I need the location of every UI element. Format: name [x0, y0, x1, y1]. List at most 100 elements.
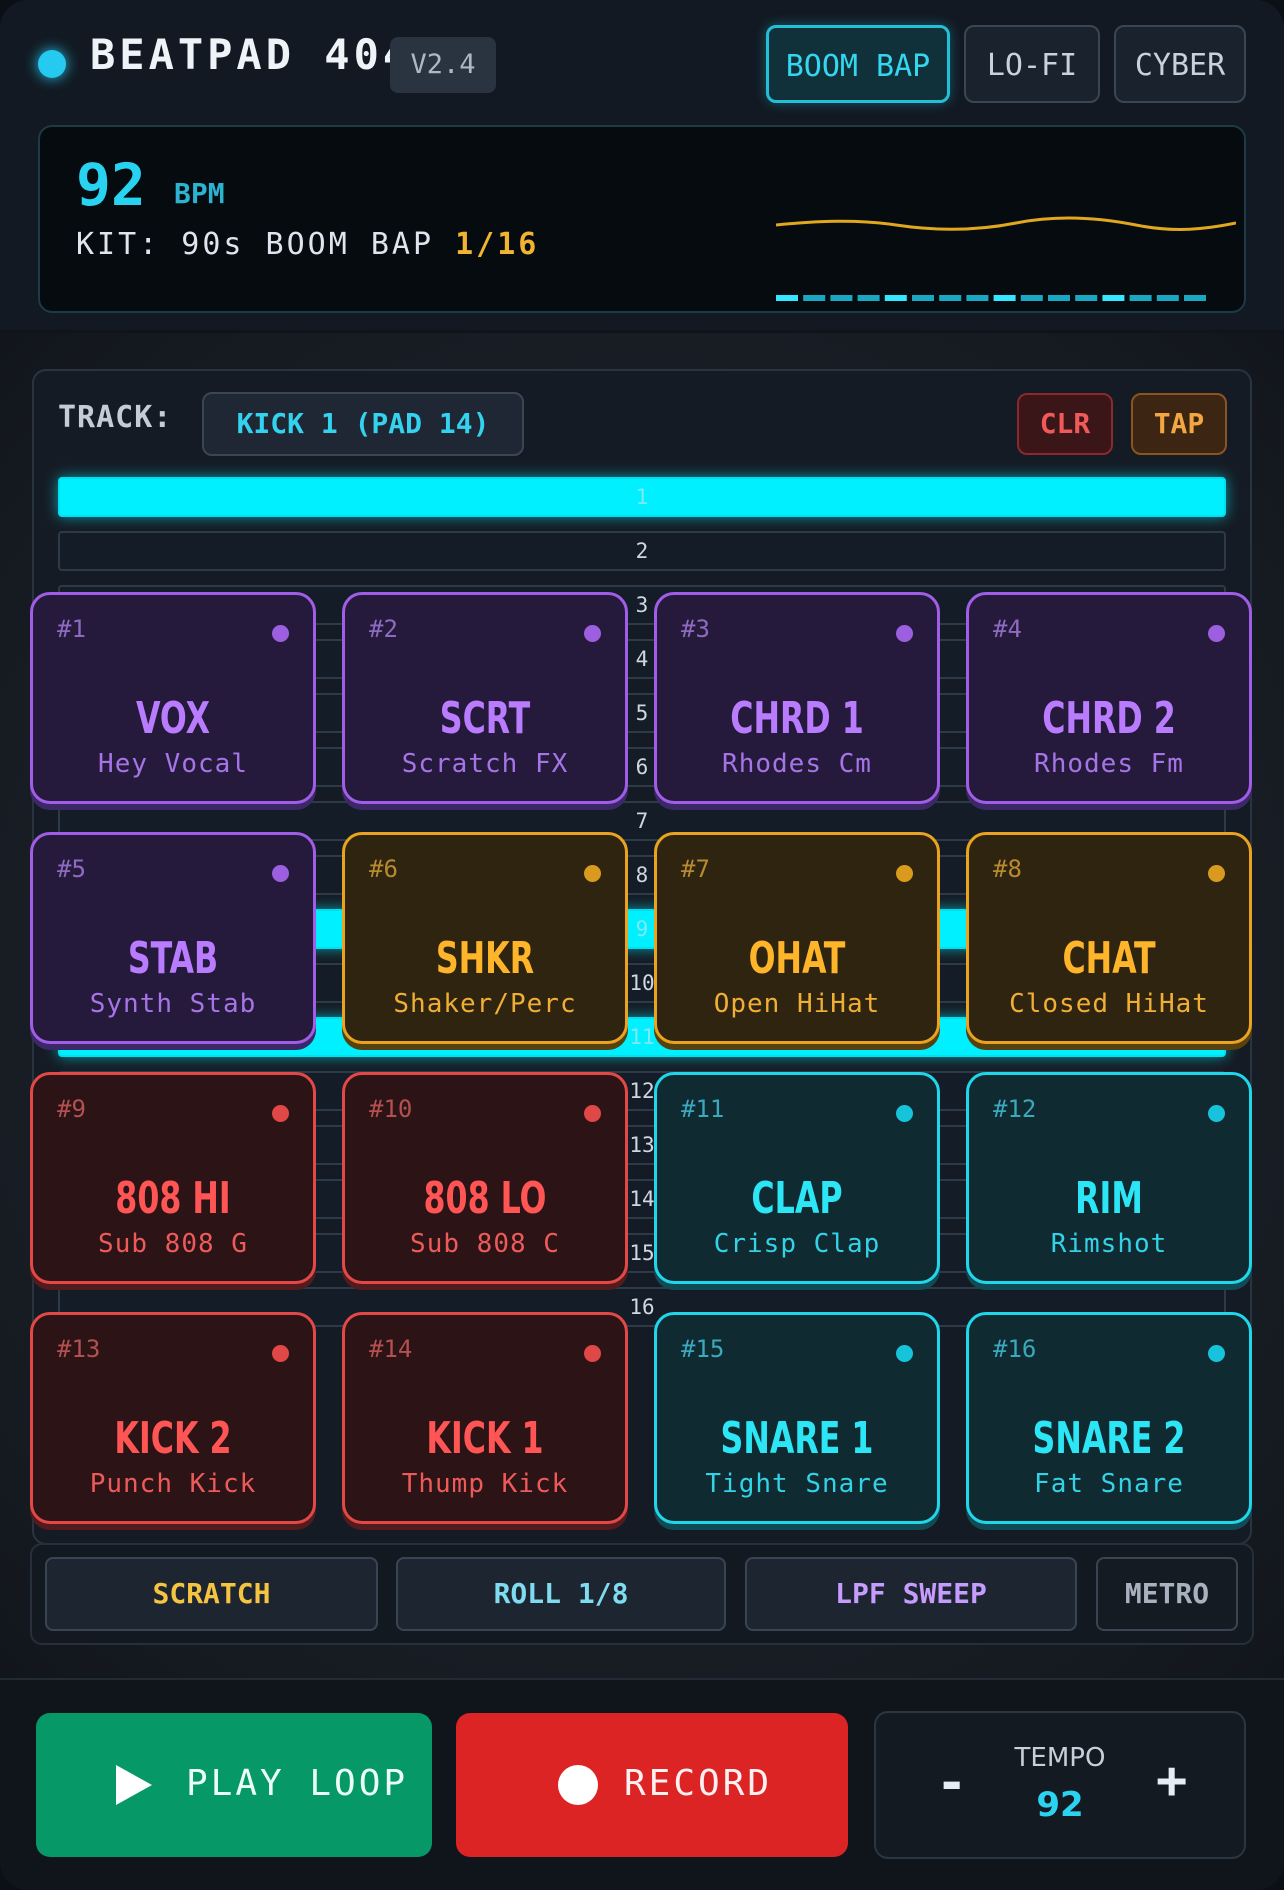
pad-name: CHAT [1062, 933, 1156, 984]
fx-lpf-sweep-button[interactable]: LPF SWEEP [745, 1557, 1077, 1631]
pad-3[interactable]: #3 CHRD 1 Rhodes Cm [654, 592, 940, 804]
pad-sample: Rimshot [1050, 1229, 1168, 1259]
pad-number: #7 [681, 855, 710, 883]
pad-led-icon [896, 1345, 913, 1362]
meter-bar [1156, 295, 1179, 301]
pad-name: 808 LO [423, 1173, 547, 1224]
pad-sample: Thump Kick [401, 1469, 569, 1499]
pad-name: RIM [1075, 1173, 1143, 1224]
header: BEATPAD 404 V2.4 BOOM BAP LO-FI CYBER 92… [0, 0, 1284, 330]
record-icon [558, 1765, 598, 1805]
tempo-increase-button[interactable]: + [1156, 1751, 1187, 1811]
kit-tab-cyber[interactable]: CYBER [1114, 25, 1246, 103]
pad-sample: Fat Snare [1034, 1469, 1184, 1499]
pad-1[interactable]: #1 VOX Hey Vocal [30, 592, 316, 804]
meter-bar [1075, 295, 1098, 301]
kit-readout: KIT: 90s BOOM BAP 1/16 [76, 227, 539, 262]
pad-5[interactable]: #5 STAB Synth Stab [30, 832, 316, 1044]
step-2[interactable]: 2 [58, 531, 1226, 571]
kit-tab-boom-bap[interactable]: BOOM BAP [766, 25, 950, 103]
pad-led-icon [272, 865, 289, 882]
pad-number: #15 [681, 1335, 725, 1363]
pad-number: #10 [369, 1095, 413, 1123]
pad-number: #11 [681, 1095, 725, 1123]
tap-button[interactable]: TAP [1131, 393, 1227, 455]
pad-sample: Scratch FX [401, 749, 569, 779]
meter-bar [939, 295, 962, 301]
pad-12[interactable]: #12 RIM Rimshot [966, 1072, 1252, 1284]
tempo-label: TEMPO [1014, 1743, 1106, 1773]
pad-number: #1 [57, 615, 86, 643]
meter-bar [884, 295, 907, 301]
pad-number: #14 [369, 1335, 413, 1363]
meter-bar [1129, 295, 1152, 301]
pad-led-icon [896, 1105, 913, 1122]
pad-4[interactable]: #4 CHRD 2 Rhodes Fm [966, 592, 1252, 804]
pad-sample: Crisp Clap [713, 1229, 881, 1259]
pad-number: #3 [681, 615, 710, 643]
meter-bar [912, 295, 934, 301]
pad-sample: Rhodes Fm [1034, 749, 1184, 779]
pad-led-icon [272, 1105, 289, 1122]
pad-name: CHRD 1 [730, 693, 864, 744]
tempo-value: 92 [1036, 1785, 1084, 1825]
meter-bar [1020, 295, 1043, 301]
pad-sample: Tight Snare [705, 1469, 889, 1499]
pad-sample: Sub 808 G [98, 1229, 248, 1259]
pad-led-icon [584, 1105, 601, 1122]
record-label: RECORD [624, 1763, 773, 1804]
pad-11[interactable]: #11 CLAP Crisp Clap [654, 1072, 940, 1284]
fx-roll-button[interactable]: ROLL 1/8 [396, 1557, 726, 1631]
pad-sample: Open HiHat [713, 989, 881, 1019]
waveform-visualizer [776, 216, 1236, 301]
pad-led-icon [1208, 1105, 1225, 1122]
pad-led-icon [1208, 865, 1225, 882]
clear-button[interactable]: CLR [1017, 393, 1113, 455]
pad-6[interactable]: #6 SHKR Shaker/Perc [342, 832, 628, 1044]
pad-sample: Hey Vocal [98, 749, 248, 779]
pad-16[interactable]: #16 SNARE 2 Fat Snare [966, 1312, 1252, 1524]
play-loop-button[interactable]: PLAY LOOP [36, 1713, 432, 1857]
step-1[interactable]: 1 [58, 477, 1226, 517]
bpm-readout: 92 [76, 151, 146, 219]
pad-name: OHAT [748, 933, 846, 984]
track-selector[interactable]: KICK 1 (PAD 14) [202, 392, 524, 456]
pad-name: 808 HI [115, 1173, 231, 1224]
pad-13[interactable]: #13 KICK 2 Punch Kick [30, 1312, 316, 1524]
pad-2[interactable]: #2 SCRT Scratch FX [342, 592, 628, 804]
pad-sample: Sub 808 C [410, 1229, 560, 1259]
pad-number: #8 [993, 855, 1022, 883]
bpm-unit: BPM [174, 177, 225, 210]
pad-name: KICK 2 [114, 1413, 232, 1464]
pad-8[interactable]: #8 CHAT Closed HiHat [966, 832, 1252, 1044]
kit-name: KIT: 90s BOOM BAP [76, 227, 435, 262]
pad-number: #4 [993, 615, 1022, 643]
pad-sample: Closed HiHat [1009, 989, 1209, 1019]
track-label: TRACK: [58, 400, 173, 435]
pad-number: #6 [369, 855, 398, 883]
record-button[interactable]: RECORD [456, 1713, 848, 1857]
pad-name: SCRT [439, 693, 531, 744]
fx-scratch-button[interactable]: SCRATCH [45, 1557, 378, 1631]
version-badge: V2.4 [390, 37, 496, 93]
kit-tab-lo-fi[interactable]: LO-FI [964, 25, 1100, 103]
fx-metro-button[interactable]: METRO [1096, 1557, 1238, 1631]
pad-9[interactable]: #9 808 HI Sub 808 G [30, 1072, 316, 1284]
pad-led-icon [584, 1345, 601, 1362]
pad-14[interactable]: #14 KICK 1 Thump Kick [342, 1312, 628, 1524]
meter-bar [1048, 295, 1070, 301]
pad-sample: Shaker/Perc [393, 989, 577, 1019]
pad-number: #13 [57, 1335, 101, 1363]
play-icon [116, 1765, 152, 1805]
pad-15[interactable]: #15 SNARE 1 Tight Snare [654, 1312, 940, 1524]
tempo-control: - TEMPO 92 + [874, 1711, 1246, 1859]
pad-name: SNARE 1 [720, 1413, 874, 1464]
meter-bar [1102, 295, 1125, 301]
pad-name: SHKR [435, 933, 535, 984]
pad-led-icon [1208, 625, 1225, 642]
pad-10[interactable]: #10 808 LO Sub 808 C [342, 1072, 628, 1284]
pad-7[interactable]: #7 OHAT Open HiHat [654, 832, 940, 1044]
pad-led-icon [584, 625, 601, 642]
pad-sample: Synth Stab [89, 989, 257, 1019]
lcd-display: 92 BPM KIT: 90s BOOM BAP 1/16 [38, 125, 1246, 313]
